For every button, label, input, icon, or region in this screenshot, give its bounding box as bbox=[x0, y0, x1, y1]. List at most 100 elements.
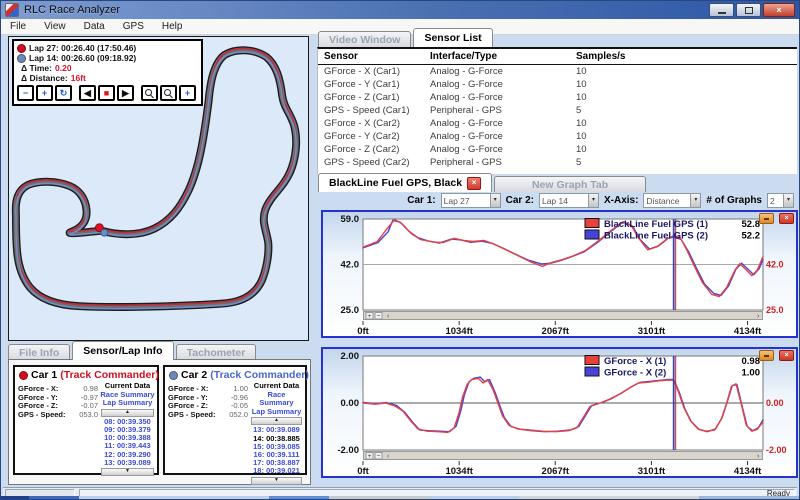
sensor-label: GPS - Speed: bbox=[18, 409, 66, 419]
lap-list: 08: 00:39.350 09: 00:39.379 10: 00:39.388 1… bbox=[100, 417, 155, 467]
close-tab-icon[interactable]: × bbox=[467, 176, 482, 190]
x-axis-label: 2067ft bbox=[542, 326, 570, 336]
legend-value: 1.00 bbox=[742, 368, 761, 379]
dropdown-arrow-icon[interactable]: ▾ bbox=[690, 194, 701, 207]
num-graphs-label: # of Graphs bbox=[706, 195, 762, 206]
x-axis-label: 3101ft bbox=[638, 466, 666, 476]
sensor-name: GForce - X (Car1) bbox=[324, 66, 401, 77]
minimize-button[interactable] bbox=[709, 3, 734, 17]
lap-list-scroll-up[interactable]: ▲ bbox=[101, 408, 154, 417]
chart-close-button[interactable]: × bbox=[779, 350, 794, 361]
interface-type: Analog - G-Force bbox=[430, 66, 503, 77]
sensor-name: GPS - Speed (Car2) bbox=[324, 157, 410, 168]
race-summary-link[interactable]: Race Summary bbox=[250, 390, 303, 408]
x-axis-label: 3101ft bbox=[638, 326, 666, 336]
sensor-row: GPS - Speed: 052.0 bbox=[168, 410, 248, 420]
table-row[interactable]: GForce - Z (Car2) Analog - G-Force 10 bbox=[318, 143, 797, 156]
delta-time-label: Δ Time: bbox=[21, 63, 52, 73]
tab-file-info[interactable]: File Info bbox=[8, 344, 71, 360]
step-forward-button[interactable]: ▶ bbox=[117, 85, 134, 101]
table-row[interactable]: GForce - X (Car2) Analog - G-Force 10 bbox=[318, 117, 797, 130]
table-row[interactable]: GForce - Y (Car2) Analog - G-Force 10 bbox=[318, 130, 797, 143]
lap-list-scroll-down[interactable]: ▼ bbox=[251, 476, 302, 485]
sensor-name: GPS - Speed (Car1) bbox=[324, 105, 410, 116]
maximize-button[interactable] bbox=[736, 3, 761, 17]
zoom-out-button[interactable]: − bbox=[17, 85, 34, 101]
menu-help[interactable]: Help bbox=[153, 21, 192, 32]
lap-list-scroll-down[interactable]: ▼ bbox=[101, 468, 154, 476]
track-map-panel[interactable]: Lap 27: 00:26.40 (17:50.46) Lap 14: 00:2… bbox=[8, 36, 309, 341]
sensor-tab-bar: Video Window Sensor List bbox=[318, 28, 495, 47]
car2-lap-select[interactable]: Lap 14 ▾ bbox=[538, 193, 599, 208]
lap-summary-link[interactable]: Lap Summary bbox=[250, 407, 303, 417]
num-graphs-select[interactable]: 2 ▾ bbox=[767, 193, 794, 208]
table-row[interactable]: GForce - Z (Car1) Analog - G-Force 10 bbox=[318, 91, 797, 104]
chart-collapse-button[interactable] bbox=[759, 213, 774, 224]
tab-video-window[interactable]: Video Window bbox=[318, 31, 412, 47]
summary-column: Current Data Race Summary Lap Summary ▲ 13: … bbox=[248, 381, 303, 486]
car-name: Car 2 bbox=[181, 369, 208, 381]
lap-summary-link[interactable]: Lap Summary bbox=[100, 399, 155, 408]
legend-label: GForce - X (2) bbox=[604, 368, 666, 379]
title-bar[interactable]: RLC Race Analyzer × bbox=[1, 1, 799, 19]
tab-blackline-fuel-gps-black[interactable]: BlackLine Fuel GPS, Black × bbox=[318, 173, 493, 192]
dropdown-arrow-icon[interactable]: ▾ bbox=[489, 194, 500, 207]
table-row[interactable]: GForce - Y (Car1) Analog - G-Force 10 bbox=[318, 78, 797, 91]
sensor-value: 053.0 bbox=[79, 409, 98, 419]
menu-file[interactable]: File bbox=[1, 21, 35, 32]
speed-chart-panel: BlackLine Fuel GPS (1) 52.8 BlackLine Fuel… bbox=[321, 210, 798, 338]
lap-time-item[interactable]: 13: 00:39.089 bbox=[100, 458, 155, 467]
menu-gps[interactable]: GPS bbox=[114, 21, 153, 32]
chart-collapse-button[interactable] bbox=[759, 350, 774, 361]
y-axis-label: 42.0 bbox=[341, 260, 360, 271]
legend-value: 52.8 bbox=[742, 219, 761, 230]
gforce-chart-canvas[interactable]: GForce - X (1) 0.98 GForce - X (2) 1.00 2.00… bbox=[323, 349, 796, 476]
car-panel-header: Car 2 (Track Commander) bbox=[165, 367, 309, 381]
table-row[interactable]: GForce - X (Car1) Analog - G-Force 10 bbox=[318, 65, 797, 78]
tab-tachometer[interactable]: Tachometer bbox=[175, 344, 257, 360]
zoom-in-button[interactable]: + bbox=[36, 85, 53, 101]
collapse-icon bbox=[764, 354, 769, 357]
y-axis-label-right: -2.00 bbox=[766, 445, 787, 455]
sensor-readouts: GForce - X: 1.00 GForce - Y: -0.96 GForce - … bbox=[168, 382, 248, 486]
step-back-button[interactable]: ◀ bbox=[79, 85, 96, 101]
x-axis-select[interactable]: Distance ▾ bbox=[643, 193, 702, 208]
lap-list-scroll-up[interactable]: ▲ bbox=[251, 417, 302, 426]
dropdown-arrow-icon[interactable]: ▾ bbox=[783, 194, 793, 207]
samples-rate: 10 bbox=[576, 79, 587, 90]
interface-type: Analog - G-Force bbox=[430, 92, 503, 103]
minimize-icon bbox=[717, 11, 726, 14]
window-title: RLC Race Analyzer bbox=[24, 4, 120, 16]
pan-button[interactable]: + bbox=[179, 85, 196, 101]
magnify-cursor-button[interactable] bbox=[160, 85, 177, 101]
sensor-lap-info-page: Car 1 (Track Commander) GForce - X: 0.98 GFo… bbox=[8, 359, 311, 485]
window-buttons: × bbox=[709, 3, 795, 17]
tab-new-graph-tab[interactable]: New Graph Tab bbox=[494, 176, 647, 192]
magnify-button[interactable] bbox=[141, 85, 158, 101]
speed-chart-canvas[interactable]: BlackLine Fuel GPS (1) 52.8 BlackLine Fuel… bbox=[323, 212, 796, 336]
tab-sensor-list[interactable]: Sensor List bbox=[413, 28, 493, 47]
plot-scrollbar[interactable] bbox=[363, 451, 763, 460]
menu-view[interactable]: View bbox=[35, 21, 75, 32]
chart-close-button[interactable]: × bbox=[779, 213, 794, 224]
dropdown-arrow-icon[interactable]: ▾ bbox=[587, 194, 598, 207]
magnifier-icon bbox=[145, 88, 152, 96]
plot-scrollbar[interactable] bbox=[363, 311, 763, 320]
app-window: RLC Race Analyzer × File View Data GPS Help … bbox=[0, 0, 800, 500]
car2-position-dot[interactable] bbox=[100, 228, 109, 237]
lap-time-item[interactable]: 18: 00:39.021 bbox=[250, 467, 303, 475]
graph-tab-bar: BlackLine Fuel GPS, Black × New Graph Tab bbox=[318, 173, 648, 192]
graph-controls: Car 1: Lap 27 ▾ Car 2: Lap 14 ▾ X-Axis: Distanc… bbox=[317, 193, 796, 208]
magnifier-icon bbox=[164, 88, 171, 96]
selected-value: Distance bbox=[646, 195, 680, 206]
scroll-button-glyph: + bbox=[368, 453, 372, 460]
tab-sensor-lap-info[interactable]: Sensor/Lap Info bbox=[72, 341, 174, 360]
legend-swatch bbox=[584, 355, 600, 365]
stop-button[interactable]: ■ bbox=[98, 85, 115, 101]
menu-data[interactable]: Data bbox=[75, 21, 114, 32]
table-row[interactable]: GPS - Speed (Car1) Peripheral - GPS 5 bbox=[318, 104, 797, 117]
close-button[interactable]: × bbox=[763, 3, 795, 17]
car1-lap-select[interactable]: Lap 27 ▾ bbox=[440, 193, 501, 208]
table-row[interactable]: GPS - Speed (Car2) Peripheral - GPS 5 bbox=[318, 156, 797, 169]
refresh-button[interactable]: ↻ bbox=[55, 85, 72, 101]
